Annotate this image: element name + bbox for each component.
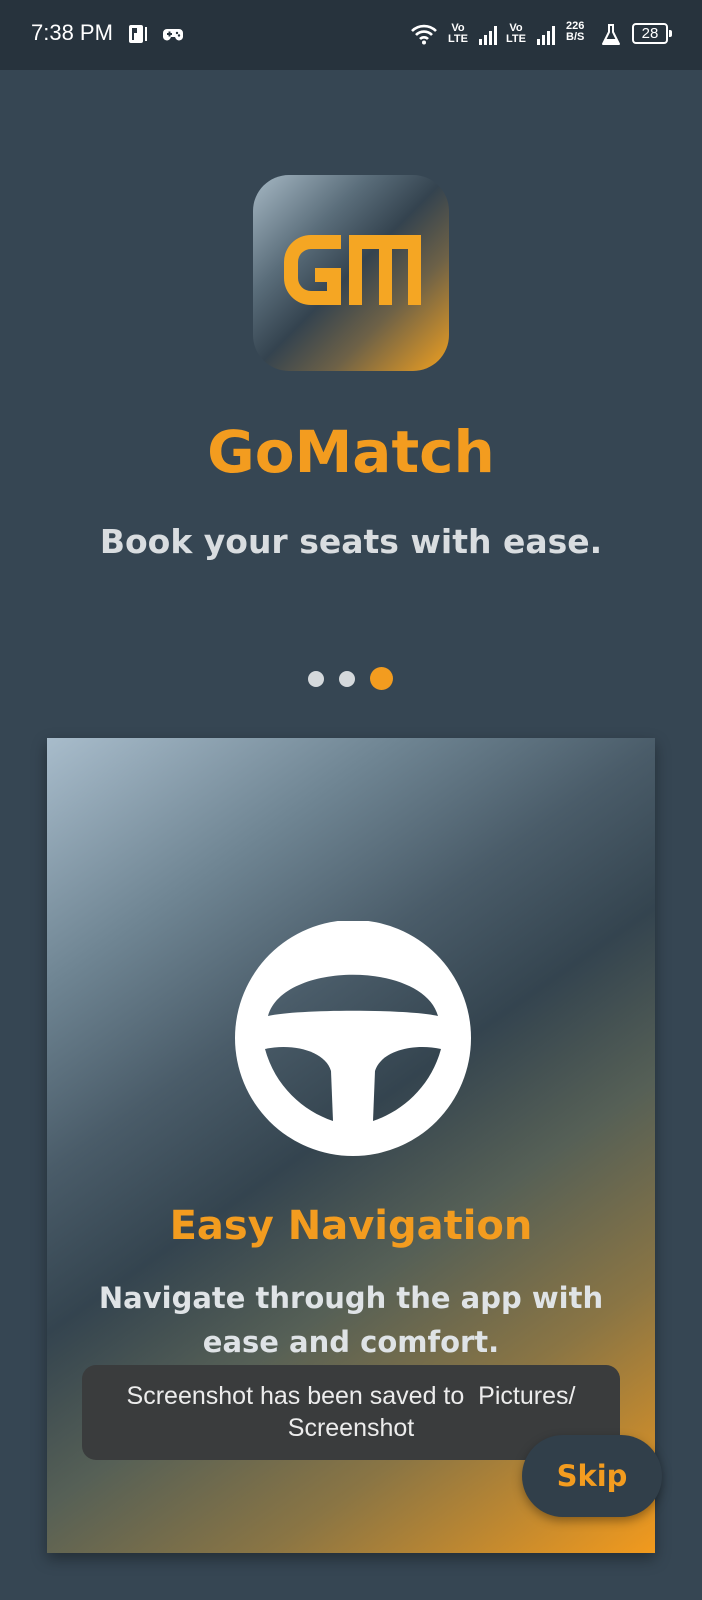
page-dot[interactable] — [339, 671, 355, 687]
battery-level: 28 — [641, 25, 659, 42]
page-dot-active[interactable] — [370, 667, 393, 690]
app-logo — [253, 175, 449, 371]
signal-icon — [478, 24, 500, 51]
status-bar: 7:38 PM Vo LTE Vo LTE 226 B/S 28 — [0, 0, 702, 70]
signal-icon — [536, 24, 558, 51]
volte-bottom: LTE — [506, 33, 526, 45]
parking-icon — [128, 24, 150, 49]
page-dot[interactable] — [308, 671, 324, 687]
battery-icon: 28 — [632, 23, 672, 44]
app-title: GoMatch — [207, 418, 495, 486]
app-tagline: Book your seats with ease. — [99, 522, 603, 561]
net-speed-unit: B/S — [566, 31, 585, 43]
card-title: Easy Navigation — [169, 1203, 533, 1249]
net-speed: 226 B/S — [566, 21, 584, 43]
skip-button[interactable]: Skip — [522, 1435, 662, 1517]
toast-line-2: Screenshot — [287, 1414, 415, 1442]
card-description: Navigate through the app with ease and c… — [98, 1281, 604, 1359]
flask-icon — [601, 24, 621, 51]
volte-badge-1: Vo LTE — [448, 23, 468, 45]
volte-badge-2: Vo LTE — [506, 23, 526, 45]
gamepad-icon — [163, 27, 183, 48]
wifi-icon — [410, 23, 438, 50]
toast-line-1: Screenshot has been saved to Pictures/ — [126, 1382, 576, 1410]
volte-bottom: LTE — [448, 33, 468, 45]
steering-wheel-icon — [235, 921, 471, 1156]
gm-logo-mark — [284, 235, 421, 305]
status-time: 7:38 PM — [31, 20, 113, 45]
